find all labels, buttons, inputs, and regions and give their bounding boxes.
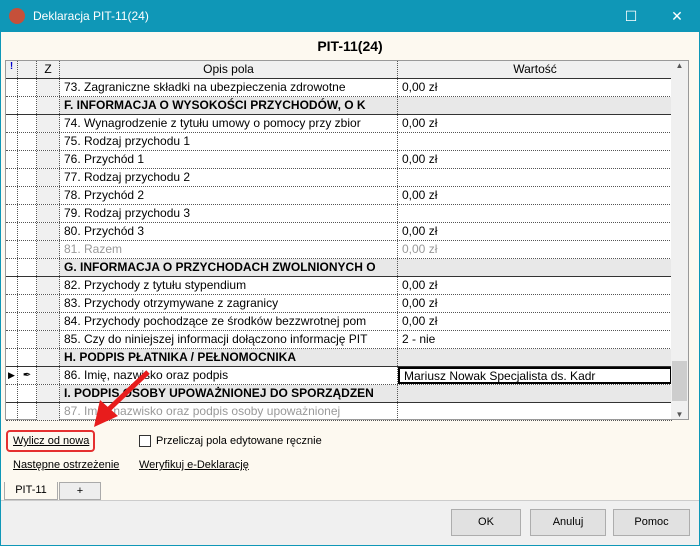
red-arrow-annotation <box>94 370 150 427</box>
